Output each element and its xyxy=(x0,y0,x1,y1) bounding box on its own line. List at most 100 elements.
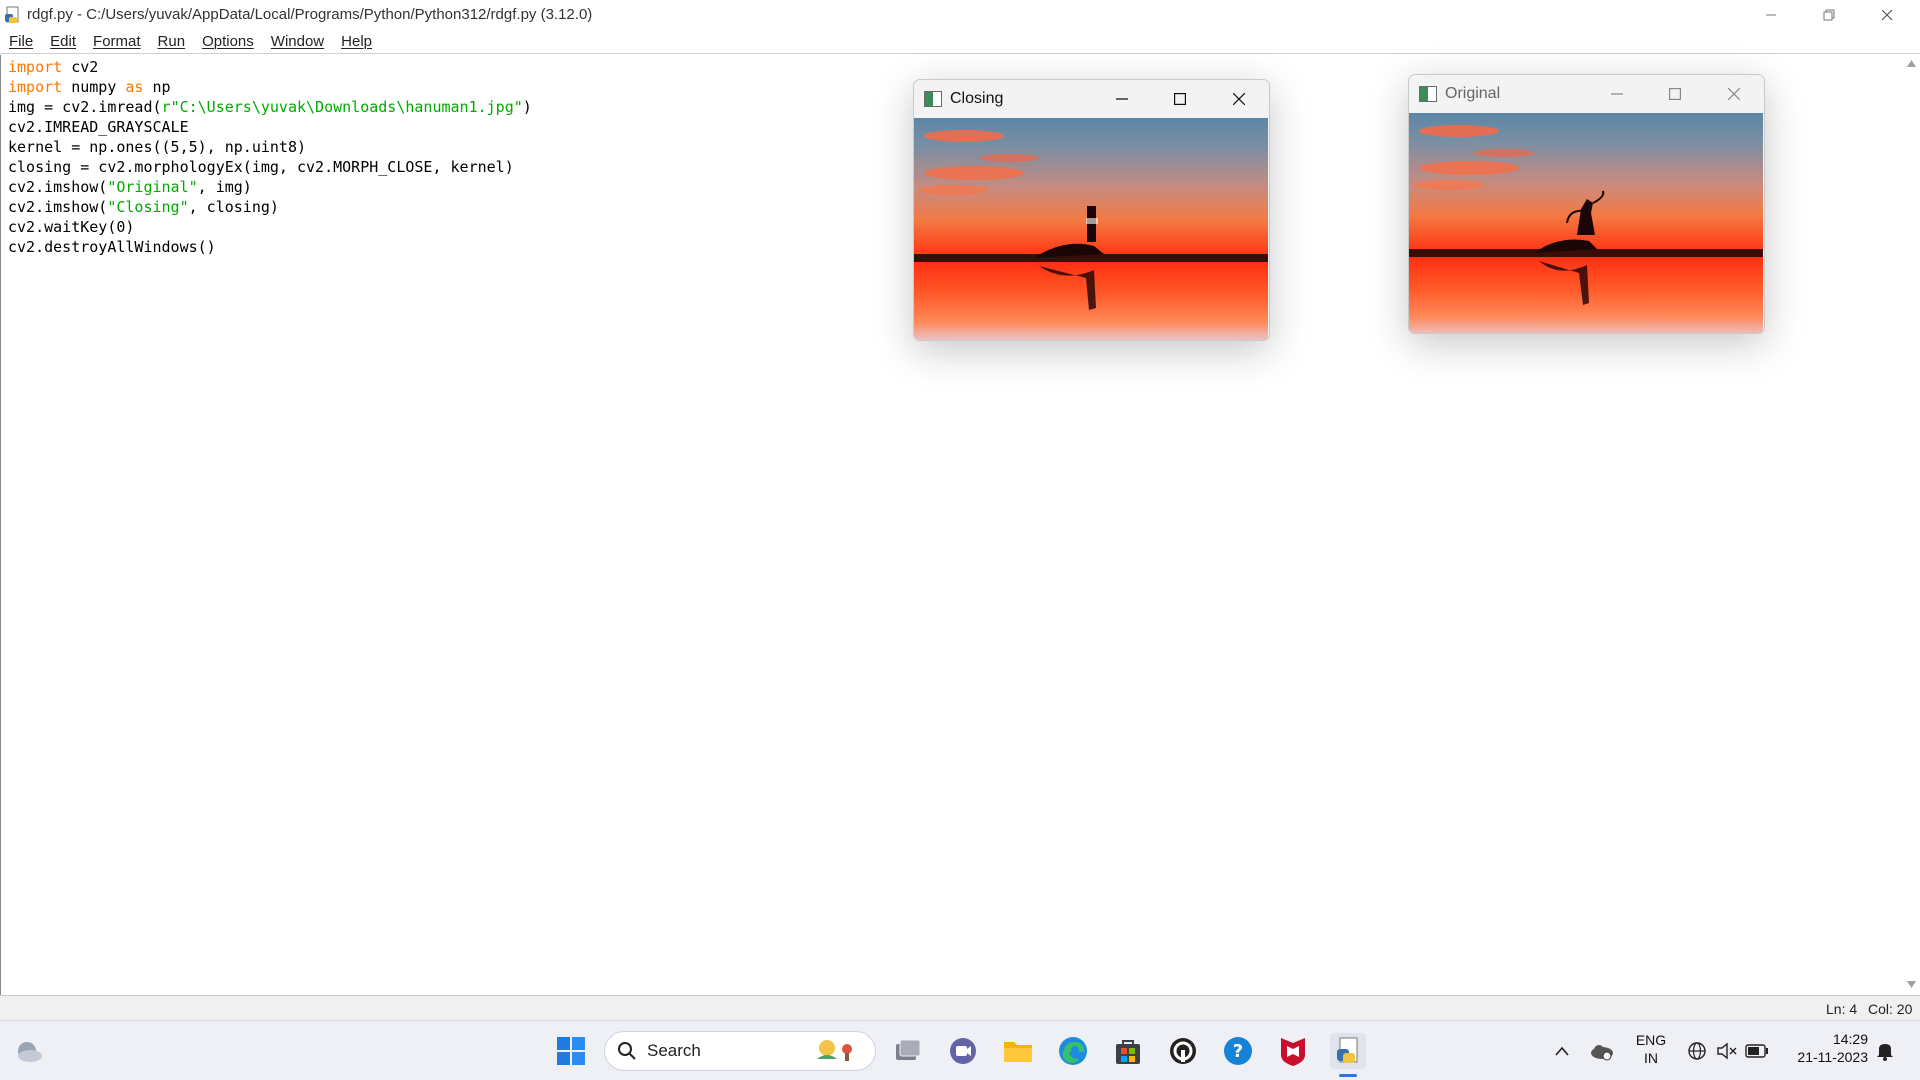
code-token: cv2.waitKey(0) xyxy=(8,218,135,236)
original-close-button[interactable] xyxy=(1705,75,1763,113)
show-hidden-icons-button[interactable] xyxy=(1544,1033,1580,1069)
code-token: cv2 xyxy=(62,58,99,76)
status-bar: Ln: 4 Col: 20 xyxy=(0,995,1920,1020)
search-highlight-icon xyxy=(817,1040,852,1061)
task-view-button[interactable] xyxy=(890,1033,926,1069)
minimize-button[interactable] xyxy=(1742,0,1800,29)
code-token: cv2.IMREAD_GRAYSCALE xyxy=(8,118,189,136)
silhouette-figure-graphic xyxy=(1534,190,1605,305)
app-button-ring[interactable] xyxy=(1165,1033,1201,1069)
code-token: img = cv2.imread( xyxy=(8,98,162,116)
silhouette-figure-graphic xyxy=(1034,206,1104,310)
windows-logo-icon xyxy=(557,1037,585,1065)
edge-browser-button[interactable] xyxy=(1055,1033,1091,1069)
menu-window[interactable]: Window xyxy=(271,33,324,50)
maximize-icon xyxy=(1174,93,1186,105)
bell-icon xyxy=(1877,1044,1893,1061)
close-icon xyxy=(1233,93,1245,105)
original-minimize-button[interactable] xyxy=(1588,75,1646,113)
menu-options[interactable]: Options xyxy=(202,33,254,50)
menu-help[interactable]: Help xyxy=(341,33,372,50)
taskbar: Search ? ENG IN 14:29 21-11-2023 xyxy=(0,1020,1920,1080)
start-button[interactable] xyxy=(553,1033,589,1069)
menu-format[interactable]: Format xyxy=(93,33,141,50)
python-idle-icon xyxy=(1337,1037,1358,1063)
notifications-button[interactable] xyxy=(1868,1033,1902,1069)
python-idle-icon xyxy=(5,6,19,23)
original-window-title: Original xyxy=(1445,85,1501,102)
clock[interactable]: 14:29 21-11-2023 xyxy=(1776,1030,1868,1066)
cloud-sync-icon xyxy=(1591,1045,1613,1061)
teams-chat-button[interactable] xyxy=(945,1033,981,1069)
menu-edit[interactable]: Edit xyxy=(50,33,76,50)
python-idle-taskbar-button[interactable] xyxy=(1330,1033,1366,1077)
code-token: "Original" xyxy=(107,178,198,196)
closing-window-title: Closing xyxy=(950,90,1004,107)
task-view-icon xyxy=(896,1039,921,1060)
weather-widget-button[interactable] xyxy=(11,1033,47,1069)
language-top: ENG xyxy=(1635,1032,1667,1048)
weather-cloud-icon xyxy=(18,1042,42,1062)
close-icon xyxy=(1728,88,1740,100)
code-line[interactable]: cv2.destroyAllWindows() xyxy=(8,237,532,257)
restore-button[interactable] xyxy=(1800,0,1858,29)
get-help-button[interactable]: ? xyxy=(1220,1033,1256,1069)
code-text[interactable]: import cv2 import numpy as np img = cv2.im… xyxy=(8,57,532,257)
closing-maximize-button[interactable] xyxy=(1151,80,1209,118)
code-line[interactable]: cv2.imshow("Original", img) xyxy=(8,177,532,197)
code-line[interactable]: cv2.waitKey(0) xyxy=(8,217,532,237)
idle-title-bar: rdgf.py - C:/Users/yuvak/AppData/Local/P… xyxy=(0,0,1920,29)
language-bottom: IN xyxy=(1644,1050,1658,1066)
menu-run[interactable]: Run xyxy=(158,33,186,50)
globe-network-icon xyxy=(1688,1042,1706,1060)
original-maximize-button[interactable] xyxy=(1646,75,1704,113)
status-col: Col: 20 xyxy=(1868,1001,1913,1017)
code-line[interactable]: import numpy as np xyxy=(8,77,532,97)
code-line[interactable]: cv2.imshow("Closing", closing) xyxy=(8,197,532,217)
closing-result-image xyxy=(914,118,1268,340)
window-title: rdgf.py - C:/Users/yuvak/AppData/Local/P… xyxy=(27,6,593,23)
taskbar-search-box[interactable]: Search xyxy=(604,1031,876,1071)
menu-file[interactable]: File xyxy=(9,33,33,50)
code-line[interactable]: img = cv2.imread(r"C:\Users\yuvak\Downlo… xyxy=(8,97,532,117)
scroll-down-arrow-icon[interactable] xyxy=(1907,981,1916,989)
battery-button[interactable] xyxy=(1740,1033,1774,1069)
clock-time: 14:29 xyxy=(1832,1031,1868,1047)
mcafee-button[interactable] xyxy=(1275,1033,1311,1069)
code-line[interactable]: kernel = np.ones((5,5), np.uint8) xyxy=(8,137,532,157)
original-window[interactable]: Original xyxy=(1408,74,1765,334)
status-line: Ln: 4 xyxy=(1826,1001,1858,1017)
scroll-up-arrow-icon[interactable] xyxy=(1907,59,1916,67)
language-indicator[interactable]: ENG IN xyxy=(1628,1031,1674,1067)
video-chat-icon xyxy=(950,1038,976,1064)
store-bag-icon xyxy=(1116,1040,1140,1064)
closing-close-button[interactable] xyxy=(1210,80,1268,118)
closing-minimize-button[interactable] xyxy=(1093,80,1151,118)
volume-button[interactable] xyxy=(1710,1033,1744,1069)
opencv-window-icon xyxy=(924,91,942,107)
closing-window[interactable]: Closing xyxy=(913,79,1270,341)
code-line[interactable]: cv2.IMREAD_GRAYSCALE xyxy=(8,117,532,137)
close-icon xyxy=(1881,9,1893,20)
code-token: , closing) xyxy=(188,198,279,216)
code-token: import xyxy=(8,78,63,96)
vertical-scrollbar[interactable] xyxy=(1903,55,1920,995)
battery-icon xyxy=(1745,1044,1768,1058)
code-token: cv2.destroyAllWindows() xyxy=(8,238,216,256)
network-button[interactable] xyxy=(1680,1033,1714,1069)
onedrive-button[interactable] xyxy=(1584,1033,1620,1069)
clock-date: 21-11-2023 xyxy=(1797,1049,1868,1065)
microsoft-store-button[interactable] xyxy=(1110,1033,1146,1069)
code-token: cv2.imshow( xyxy=(8,198,108,216)
code-line[interactable]: import cv2 xyxy=(8,57,532,77)
file-explorer-button[interactable] xyxy=(1000,1033,1036,1069)
menu-bar: File Edit Format Run Options Window Help xyxy=(0,29,1920,54)
code-token: cv2.imshow( xyxy=(8,178,108,196)
minimize-icon xyxy=(1766,14,1776,15)
code-token: closing = cv2.morphologyEx(img, cv2.MORP… xyxy=(8,158,514,176)
restore-icon xyxy=(1823,9,1835,20)
chevron-up-icon xyxy=(1555,1046,1569,1056)
code-line[interactable]: closing = cv2.morphologyEx(img, cv2.MORP… xyxy=(8,157,532,177)
close-button[interactable] xyxy=(1858,0,1916,29)
code-token: ) xyxy=(522,98,532,116)
